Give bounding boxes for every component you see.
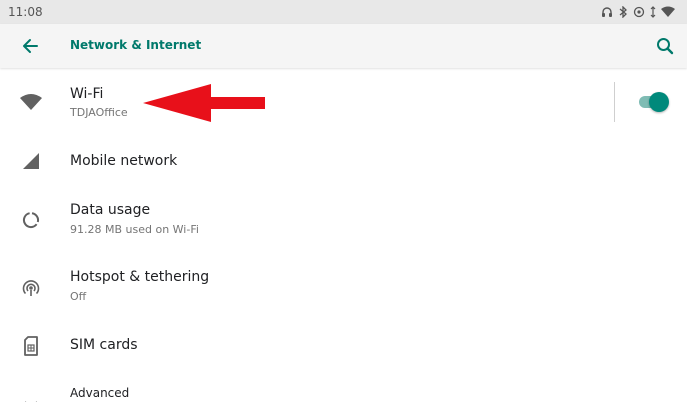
wifi-icon (20, 91, 42, 113)
sim-card-icon (20, 335, 42, 357)
settings-item-mobile-network[interactable]: Mobile network (0, 134, 687, 188)
settings-item-title: Advanced (70, 386, 130, 400)
settings-item-title: SIM cards (70, 337, 138, 353)
arrow-back-icon (23, 39, 38, 53)
page-title: Network & Internet (70, 38, 202, 52)
toggle-thumb (649, 92, 669, 112)
settings-item-title: Hotspot & tethering (70, 269, 210, 285)
settings-item-advanced[interactable]: Advanced (0, 372, 687, 402)
cell-signal-icon (20, 150, 42, 172)
settings-item-hotspot[interactable]: Hotspot & tethering Off (0, 252, 687, 318)
status-bar: 11:08 (0, 0, 687, 24)
status-icons (601, 6, 675, 18)
settings-item-data-usage[interactable]: Data usage 91.28 MB used on Wi-Fi (0, 188, 687, 252)
wifi-signal-icon (661, 6, 675, 17)
settings-item-sim-cards[interactable]: SIM cards (0, 318, 687, 372)
settings-item-subtitle: 91.28 MB used on Wi-Fi (70, 223, 199, 236)
back-button[interactable] (21, 36, 41, 56)
wifi-toggle[interactable] (637, 92, 669, 112)
search-button[interactable] (655, 36, 675, 56)
settings-item-title: Wi-Fi (70, 86, 104, 102)
divider (614, 82, 615, 122)
annotation-arrow-icon (143, 84, 265, 122)
settings-item-title: Mobile network (70, 153, 178, 169)
bluetooth-icon (619, 6, 627, 18)
headset-icon (602, 7, 612, 17)
app-bar: Network & Internet (0, 24, 687, 68)
location-icon (633, 6, 645, 18)
settings-item-subtitle: TDJAOffice (70, 106, 128, 119)
hotspot-icon (20, 277, 42, 299)
settings-item-subtitle: Off (70, 290, 87, 303)
chevron-down-icon (20, 394, 42, 402)
status-time: 11:08 (8, 5, 43, 19)
settings-item-wifi[interactable]: Wi-Fi TDJAOffice (0, 68, 687, 134)
data-usage-icon (20, 209, 42, 231)
search-icon (657, 38, 674, 55)
data-arrows-icon (650, 6, 656, 18)
settings-item-title: Data usage (70, 202, 151, 218)
